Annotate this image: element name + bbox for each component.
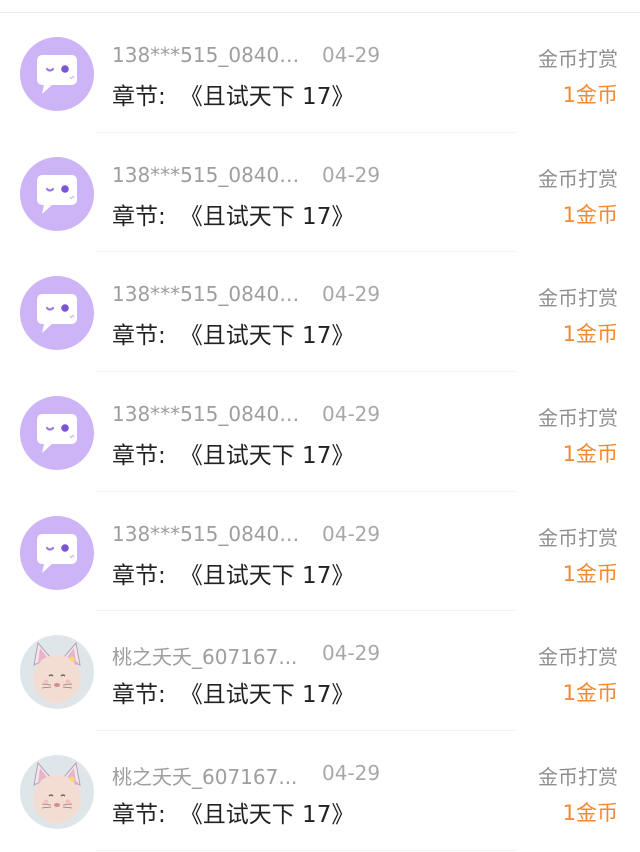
book-title: 《且试天下 17》 xyxy=(179,84,355,110)
chapter-info: 章节: 《且试天下 17》 xyxy=(112,316,354,350)
chapter-info: 章节: 《且试天下 17》 xyxy=(112,77,354,111)
chapter-label: 章节: xyxy=(112,443,166,470)
reward-date: 04-29 xyxy=(322,162,381,187)
book-title: 《且试天下 17》 xyxy=(179,203,355,230)
book-title: 《且试天下 17》 xyxy=(179,323,355,350)
list-item[interactable]: 138***515_08404... 04-29 章节: 《且试天下 17》 金币… xyxy=(0,133,640,253)
reward-date: 04-29 xyxy=(322,761,381,786)
list-item[interactable]: 138***515_08404... 04-29 章节: 《且试天下 17》 金币… xyxy=(0,492,640,612)
user-name: 桃之夭夭_607167... xyxy=(112,645,298,670)
avatar[interactable] xyxy=(20,276,94,351)
book-title: 《且试天下 17》 xyxy=(179,802,355,829)
list-item[interactable]: 桃之夭夭_607167... 04-29 章节: 《且试天下 17》 金币打赏 1… xyxy=(0,731,640,851)
user-name: 桃之夭夭_607167... xyxy=(112,765,298,790)
cat-baby-photo-avatar-icon xyxy=(20,755,94,830)
gift-type: 金币打赏 xyxy=(538,406,618,431)
avatar[interactable] xyxy=(20,755,94,830)
chapter-label: 章节: xyxy=(112,323,166,350)
chat-bubble-avatar-icon xyxy=(20,515,94,590)
chapter-label: 章节: xyxy=(112,84,166,110)
reward-amount: 1金币 xyxy=(562,442,618,467)
user-name: 138***515_08404... xyxy=(112,282,302,307)
row-divider xyxy=(95,849,515,851)
book-title: 《且试天下 17》 xyxy=(179,682,355,709)
gift-type: 金币打赏 xyxy=(538,286,618,311)
reward-date: 04-29 xyxy=(322,282,381,307)
chat-bubble-avatar-icon xyxy=(20,276,94,351)
reward-amount: 1金币 xyxy=(562,561,618,586)
reward-date: 04-29 xyxy=(322,641,381,666)
chapter-info: 章节: 《且试天下 17》 xyxy=(112,197,354,231)
cat-baby-photo-avatar-icon xyxy=(20,635,94,710)
book-title: 《且试天下 17》 xyxy=(179,443,355,470)
user-name: 138***515_08404... xyxy=(112,521,302,546)
reward-date: 04-29 xyxy=(322,43,381,67)
reward-date: 04-29 xyxy=(322,521,381,546)
chapter-label: 章节: xyxy=(112,203,166,230)
book-title: 《且试天下 17》 xyxy=(179,562,355,589)
reward-amount: 1金币 xyxy=(562,83,618,107)
gift-type: 金币打赏 xyxy=(538,47,618,71)
list-item[interactable]: 138***515_08404... 04-29 章节: 《且试天下 17》 金币… xyxy=(0,13,640,133)
list-item[interactable]: 138***515_08404... 04-29 章节: 《且试天下 17》 金币… xyxy=(0,372,640,492)
chapter-label: 章节: xyxy=(112,682,166,709)
chat-bubble-avatar-icon xyxy=(20,37,94,111)
chapter-label: 章节: xyxy=(112,802,166,829)
chapter-info: 章节: 《且试天下 17》 xyxy=(112,795,354,829)
gift-type: 金币打赏 xyxy=(538,765,618,790)
user-name: 138***515_08404... xyxy=(112,43,302,67)
reward-date: 04-29 xyxy=(322,402,381,427)
gift-type: 金币打赏 xyxy=(538,166,618,191)
gift-type: 金币打赏 xyxy=(538,645,618,670)
reward-amount: 1金币 xyxy=(562,202,618,227)
avatar[interactable] xyxy=(20,37,94,111)
list-item[interactable]: 138***515_08404... 04-29 章节: 《且试天下 17》 金币… xyxy=(0,252,640,373)
avatar[interactable] xyxy=(20,156,94,231)
chapter-info: 章节: 《且试天下 17》 xyxy=(112,436,354,470)
reward-amount: 1金币 xyxy=(562,801,618,826)
avatar[interactable] xyxy=(20,635,94,710)
reward-amount: 1金币 xyxy=(562,681,618,706)
user-name: 138***515_08404... xyxy=(112,402,302,427)
reward-record-list: 138***515_08404... 04-29 章节: 《且试天下 17》 金币… xyxy=(0,13,640,851)
avatar[interactable] xyxy=(20,396,94,471)
reward-amount: 1金币 xyxy=(562,322,618,347)
avatar[interactable] xyxy=(20,515,94,590)
list-item[interactable]: 桃之夭夭_607167... 04-29 章节: 《且试天下 17》 金币打赏 1… xyxy=(0,611,640,732)
chapter-info: 章节: 《且试天下 17》 xyxy=(112,556,354,590)
chat-bubble-avatar-icon xyxy=(20,396,94,471)
chapter-label: 章节: xyxy=(112,562,166,589)
gift-type: 金币打赏 xyxy=(538,525,618,550)
user-name: 138***515_08404... xyxy=(112,162,302,187)
chapter-info: 章节: 《且试天下 17》 xyxy=(112,675,354,709)
chat-bubble-avatar-icon xyxy=(20,156,94,231)
